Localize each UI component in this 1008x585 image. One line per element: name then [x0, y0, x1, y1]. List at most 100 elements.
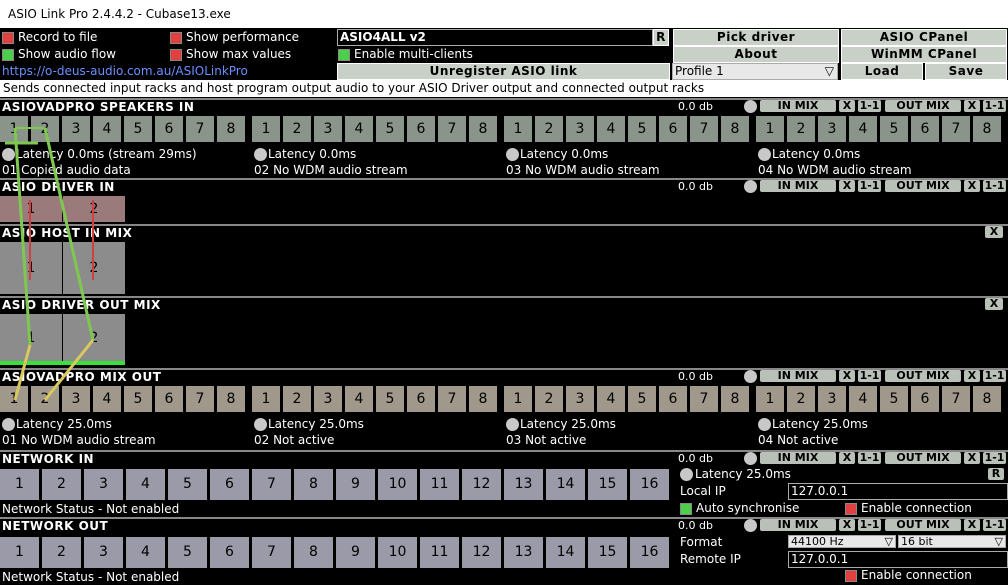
remote-ip-field[interactable]: 127.0.0.1: [788, 551, 1008, 568]
channel-cell[interactable]: 8: [469, 116, 497, 142]
channel-cell[interactable]: 3: [818, 116, 846, 142]
checkbox-box[interactable]: [845, 569, 857, 582]
asio-cpanel-button[interactable]: ASIO CPanel: [841, 29, 1007, 46]
channel-cell[interactable]: 6: [911, 116, 939, 142]
network-channel-cell[interactable]: 2: [42, 469, 81, 500]
channel-cell[interactable]: 2: [787, 386, 815, 412]
network-channel-cell[interactable]: 14: [546, 537, 585, 568]
channel-cell[interactable]: 8: [469, 386, 497, 412]
driver-in-channel[interactable]: 2: [63, 196, 125, 222]
record-to-file-checkbox[interactable]: Record to file: [2, 29, 97, 46]
mix-out-in-one-one-button[interactable]: 1-1: [858, 370, 881, 382]
channel-cell[interactable]: 7: [438, 386, 466, 412]
latency-knob[interactable]: [506, 418, 519, 431]
channel-cell[interactable]: 4: [345, 386, 373, 412]
checkbox-box[interactable]: [2, 48, 14, 61]
channel-cell[interactable]: 6: [155, 116, 183, 142]
network-in-out-one-one-button[interactable]: 1-1: [983, 452, 1006, 464]
driver-in-out-close-button[interactable]: X: [964, 180, 980, 192]
driver-out-channel[interactable]: 2: [63, 314, 125, 362]
channel-cell[interactable]: 4: [345, 116, 373, 142]
network-in-volume-knob[interactable]: [744, 452, 757, 465]
network-channel-cell[interactable]: 9: [336, 469, 375, 500]
network-channel-cell[interactable]: 1: [0, 469, 39, 500]
channel-cell[interactable]: 5: [376, 116, 404, 142]
host-in-channel[interactable]: 1: [0, 242, 62, 294]
driver-name-field[interactable]: ASIO4ALL v2: [337, 29, 653, 46]
network-out-out-one-one-button[interactable]: 1-1: [983, 519, 1006, 531]
network-out-volume-knob[interactable]: [744, 519, 757, 532]
channel-cell[interactable]: 5: [628, 116, 656, 142]
channel-cell[interactable]: 3: [62, 386, 90, 412]
host-in-mix-close-button[interactable]: X: [985, 226, 1003, 238]
network-in-reset-button[interactable]: R: [988, 468, 1004, 480]
speakers-in-out-one-one-button[interactable]: 1-1: [983, 100, 1006, 112]
channel-cell[interactable]: 5: [376, 386, 404, 412]
latency-knob[interactable]: [758, 418, 771, 431]
network-out-enable-connection-checkbox[interactable]: Enable connection: [845, 567, 972, 584]
network-channel-cell[interactable]: 16: [630, 469, 669, 500]
network-channel-cell[interactable]: 4: [126, 469, 165, 500]
channel-cell[interactable]: 4: [849, 116, 877, 142]
mix-out-volume-knob[interactable]: [744, 370, 757, 383]
channel-cell[interactable]: 2: [31, 386, 59, 412]
driver-in-channel[interactable]: 1: [0, 196, 62, 222]
channel-cell[interactable]: 3: [818, 386, 846, 412]
channel-cell[interactable]: 8: [973, 386, 1001, 412]
channel-cell[interactable]: 8: [217, 386, 245, 412]
network-in-in-close-button[interactable]: X: [839, 452, 855, 464]
save-button[interactable]: Save: [925, 63, 1007, 80]
channel-cell[interactable]: 6: [407, 386, 435, 412]
pick-driver-button[interactable]: Pick driver: [673, 29, 839, 46]
channel-cell[interactable]: 3: [62, 116, 90, 142]
latency-knob[interactable]: [506, 148, 519, 161]
driver-in-volume-knob[interactable]: [744, 180, 757, 193]
driver-out-channel[interactable]: 1: [0, 314, 62, 362]
network-channel-cell[interactable]: 1: [0, 537, 39, 568]
channel-cell[interactable]: 1: [504, 386, 532, 412]
network-channel-cell[interactable]: 12: [462, 537, 501, 568]
network-channel-cell[interactable]: 4: [126, 537, 165, 568]
channel-cell[interactable]: 2: [283, 386, 311, 412]
channel-cell[interactable]: 1: [252, 386, 280, 412]
network-out-out-mix-button[interactable]: OUT MIX: [885, 519, 961, 531]
channel-cell[interactable]: 5: [880, 386, 908, 412]
speakers-in-in-mix-button[interactable]: IN MIX: [760, 100, 836, 112]
channel-cell[interactable]: 3: [566, 116, 594, 142]
sample-rate-select[interactable]: 44100 Hz ▽: [788, 535, 896, 548]
channel-cell[interactable]: 4: [93, 386, 121, 412]
network-channel-cell[interactable]: 3: [84, 537, 123, 568]
mix-out-out-one-one-button[interactable]: 1-1: [983, 370, 1006, 382]
driver-in-in-close-button[interactable]: X: [839, 180, 855, 192]
network-channel-cell[interactable]: 10: [378, 469, 417, 500]
checkbox-box[interactable]: [170, 48, 182, 61]
channel-cell[interactable]: 1: [0, 116, 28, 142]
network-channel-cell[interactable]: 12: [462, 469, 501, 500]
auto-synchronise-checkbox[interactable]: Auto synchronise: [680, 500, 799, 517]
channel-cell[interactable]: 8: [721, 386, 749, 412]
driver-in-in-one-one-button[interactable]: 1-1: [858, 180, 881, 192]
channel-cell[interactable]: 5: [124, 116, 152, 142]
channel-cell[interactable]: 1: [252, 116, 280, 142]
checkbox-box[interactable]: [338, 48, 350, 61]
channel-cell[interactable]: 7: [186, 116, 214, 142]
checkbox-box[interactable]: [170, 31, 182, 44]
network-channel-cell[interactable]: 16: [630, 537, 669, 568]
checkbox-box[interactable]: [680, 502, 692, 515]
latency-knob[interactable]: [2, 148, 15, 161]
channel-cell[interactable]: 1: [0, 386, 28, 412]
channel-cell[interactable]: 2: [31, 116, 59, 142]
network-channel-cell[interactable]: 15: [588, 469, 627, 500]
channel-cell[interactable]: 1: [504, 116, 532, 142]
about-button[interactable]: About: [673, 46, 839, 63]
speakers-in-out-close-button[interactable]: X: [964, 100, 980, 112]
driver-in-out-one-one-button[interactable]: 1-1: [983, 180, 1006, 192]
network-channel-cell[interactable]: 7: [252, 469, 291, 500]
network-channel-cell[interactable]: 14: [546, 469, 585, 500]
channel-cell[interactable]: 2: [283, 116, 311, 142]
channel-cell[interactable]: 7: [438, 116, 466, 142]
network-channel-cell[interactable]: 6: [210, 537, 249, 568]
network-out-out-close-button[interactable]: X: [964, 519, 980, 531]
show-max-values-checkbox[interactable]: Show max values: [170, 46, 291, 63]
channel-cell[interactable]: 8: [217, 116, 245, 142]
